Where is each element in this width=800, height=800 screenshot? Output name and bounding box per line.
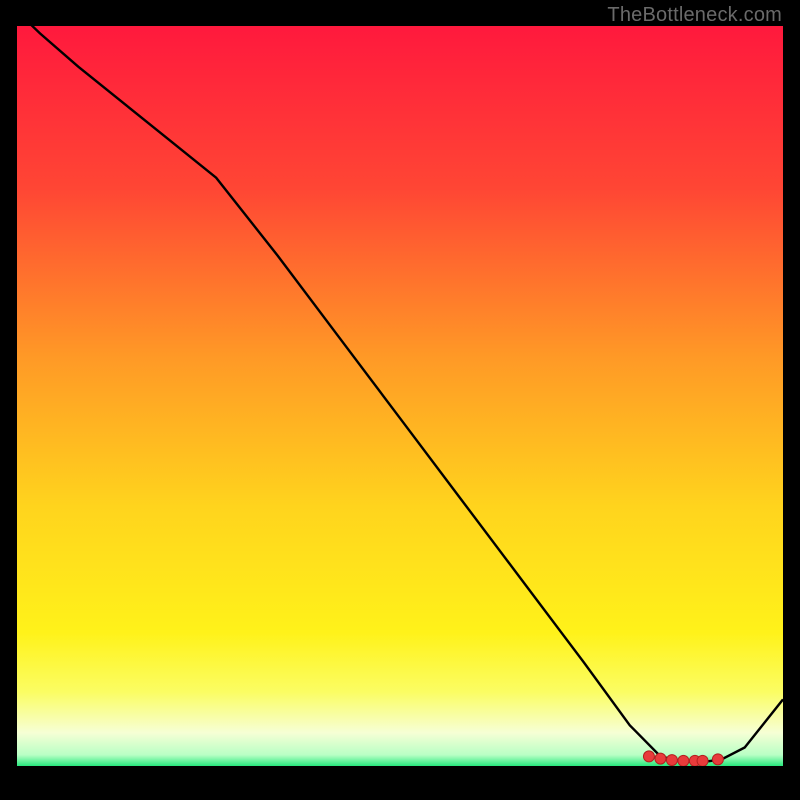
optimal-marker: [643, 751, 654, 762]
optimal-marker: [666, 755, 677, 766]
gradient-background: [17, 26, 783, 766]
optimal-marker: [697, 755, 708, 766]
chart-plot-area: [17, 26, 783, 766]
watermark-text: TheBottleneck.com: [607, 4, 782, 27]
optimal-marker: [678, 755, 689, 766]
chart-svg: [17, 26, 783, 766]
optimal-marker: [655, 753, 666, 764]
optimal-marker: [712, 754, 723, 765]
